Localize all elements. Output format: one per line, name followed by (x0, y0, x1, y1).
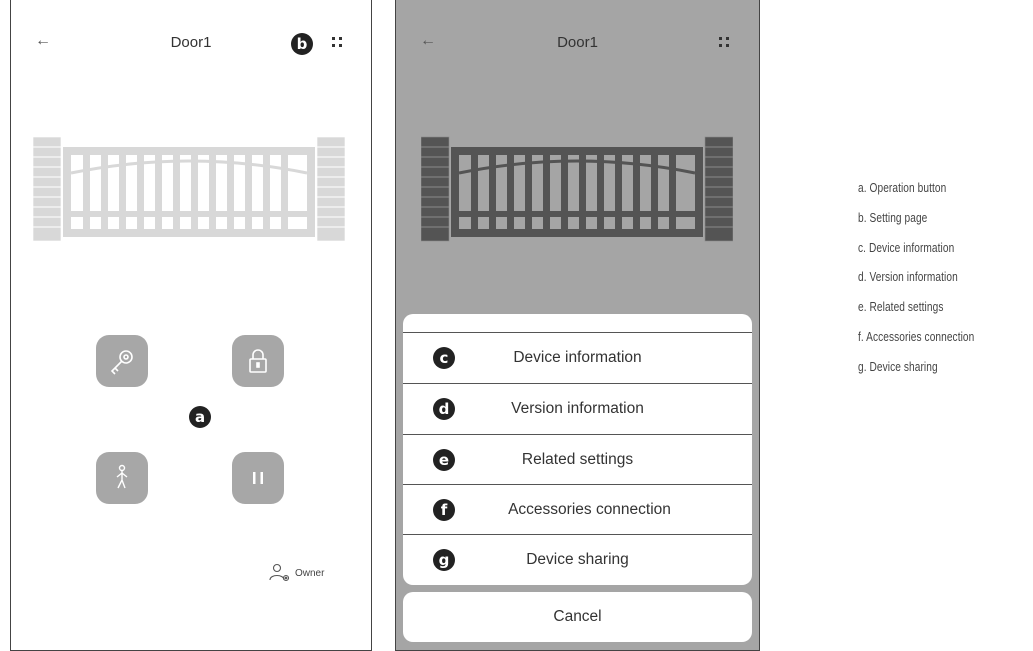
owner-label: Owner (295, 567, 325, 579)
gate-illustration (33, 136, 345, 242)
sheet-item-label: Device information (513, 349, 642, 366)
action-sheet: c Device information d Version informati… (403, 314, 752, 585)
page-title: Door1 (557, 34, 598, 51)
sheet-item-version-information[interactable]: d Version information (403, 383, 752, 434)
legend-item: b. Setting page (858, 209, 928, 225)
top-bar: ← Door1 b (11, 28, 371, 60)
sheet-item-device-information[interactable]: c Device information (403, 332, 752, 383)
legend-item: c. Device information (858, 239, 955, 255)
key-icon (110, 350, 133, 375)
legend-item: g. Device sharing (858, 358, 938, 374)
page-title: Door1 (170, 34, 212, 51)
legend-item: f. Accessories connection (858, 328, 975, 344)
sheet-item-label: Related settings (521, 451, 634, 468)
callout-badge-d: d (433, 398, 455, 420)
pedestrian-button[interactable] (96, 452, 148, 504)
sheet-item-device-sharing[interactable]: g Device sharing (403, 534, 752, 585)
lock-button[interactable] (232, 335, 284, 387)
callout-legend: a. Operation button b. Setting page c. D… (858, 173, 1007, 382)
cancel-button[interactable]: Cancel (403, 592, 752, 642)
sheet-item-label: Device sharing (526, 551, 629, 568)
gate-illustration (421, 136, 733, 242)
key-button[interactable] (96, 335, 148, 387)
menu-dots-icon[interactable] (719, 37, 733, 51)
legend-item: e. Related settings (858, 299, 944, 315)
pause-button[interactable] (232, 452, 284, 504)
lock-icon (249, 349, 267, 373)
legend-item: d. Version information (858, 269, 958, 285)
menu-dots-icon[interactable] (332, 37, 346, 51)
pedestrian-icon (116, 464, 128, 489)
sheet-item-related-settings[interactable]: e Related settings (403, 434, 752, 485)
owner-label-group[interactable]: Owner (269, 563, 324, 583)
callout-badge-g: g (433, 549, 455, 571)
legend-item: a. Operation button (858, 180, 947, 195)
phone-screen-main: ← Door1 b a Owner (10, 0, 372, 651)
user-settings-icon (269, 563, 290, 582)
callout-badge-f: f (433, 499, 455, 521)
top-bar: ← Door1 (396, 28, 759, 60)
phone-screen-settings: ← Door1 c Device information d Version i… (395, 0, 760, 651)
sheet-item-accessories-connection[interactable]: f Accessories connection (403, 484, 752, 535)
callout-badge-c: c (433, 347, 455, 369)
callout-badge-e: e (433, 449, 455, 471)
sheet-item-label: Version information (511, 400, 644, 417)
callout-badge-a: a (189, 406, 211, 428)
pause-icon (253, 472, 263, 484)
sheet-item-label: Accessories connection (508, 501, 671, 518)
callout-badge-b: b (291, 33, 313, 55)
